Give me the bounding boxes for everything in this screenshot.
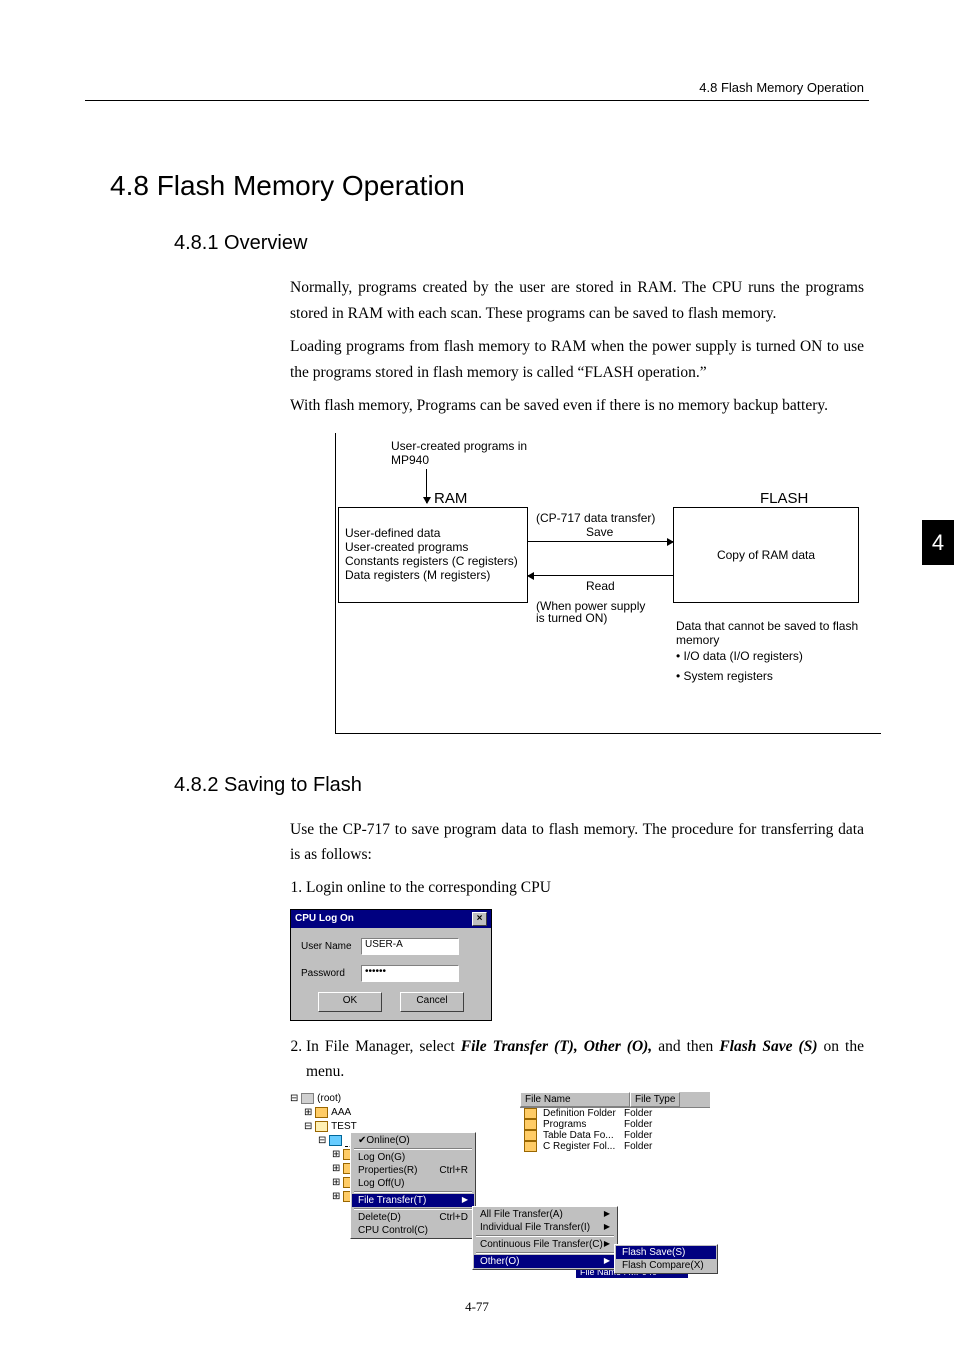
notsaved-b1: • I/O data (I/O registers)	[676, 649, 876, 663]
flash-title: FLASH	[760, 490, 808, 507]
ram-line: Constants registers (C registers)	[345, 554, 521, 568]
step-1: Login online to the corresponding CPU	[306, 876, 864, 901]
context-menu: ✔Online(O) Log On(G) Properties(R)Ctrl+R…	[350, 1132, 476, 1239]
running-header: 4.8 Flash Memory Operation	[699, 80, 864, 95]
ram-title: RAM	[434, 490, 467, 507]
list-item[interactable]: C Register Fol...Folder	[520, 1141, 710, 1152]
cpu-icon	[329, 1135, 342, 1146]
overview-p3: With flash memory, Programs can be saved…	[290, 393, 864, 419]
ctx-logon[interactable]: Log On(G)	[352, 1151, 474, 1164]
close-icon[interactable]: ×	[472, 912, 487, 926]
subsection-481: 4.8.1 Overview	[174, 232, 864, 255]
folder-icon	[315, 1107, 328, 1118]
ram-line: User-defined data	[345, 526, 521, 540]
file-manager-figure: ⊟ (root) ⊞ AAA ⊟ TEST ⊟ ⊞ ⊞ ⊞ ⊞ ✔Online(…	[290, 1092, 864, 1204]
tree-test[interactable]: TEST	[331, 1121, 357, 1132]
sub-continuous[interactable]: Continuous File Transfer(C)▶	[474, 1238, 616, 1251]
ctx-logoff[interactable]: Log Off(U)	[352, 1177, 474, 1190]
col-filetype[interactable]: File Type	[630, 1092, 680, 1107]
step2-b2: Flash Save (S)	[719, 1038, 817, 1055]
overview-p2: Loading programs from flash memory to RA…	[290, 334, 864, 385]
cpu-logon-dialog: CPU Log On × User Name USER-A Password •…	[290, 909, 492, 1021]
subsection-482: 4.8.2 Saving to Flash	[174, 774, 864, 797]
drive-icon	[301, 1093, 314, 1104]
list-item[interactable]: Table Data Fo...Folder	[520, 1130, 710, 1141]
ram-line: Data registers (M registers)	[345, 568, 521, 582]
ctx-cpu-control[interactable]: CPU Control(C)	[352, 1224, 474, 1237]
ram-line: User-created programs	[345, 540, 521, 554]
header-rule	[85, 100, 869, 101]
overview-p1: Normally, programs created by the user a…	[290, 275, 864, 326]
password-input[interactable]: ••••••	[361, 965, 459, 982]
ok-button[interactable]: OK	[318, 992, 382, 1012]
flash-compare[interactable]: Flash Compare(X)	[616, 1259, 716, 1272]
list-item[interactable]: Definition FolderFolder	[520, 1108, 710, 1119]
section-heading: 4.8 Flash Memory Operation	[110, 170, 864, 202]
folder-open-icon	[315, 1121, 328, 1132]
save-label: Save	[586, 525, 613, 539]
saving-intro: Use the CP-717 to save program data to f…	[290, 817, 864, 868]
diagram-top-label: User-created programs in MP940	[391, 439, 551, 467]
tree-aaa[interactable]: AAA	[331, 1107, 351, 1118]
step2-mid: and then	[652, 1038, 719, 1055]
sub-all[interactable]: All File Transfer(A)▶	[474, 1208, 616, 1221]
step2-b1: File Transfer (T), Other (O),	[461, 1038, 652, 1055]
folder-icon	[524, 1119, 537, 1130]
flash-box-text: Copy of RAM data	[717, 548, 815, 562]
col-filename[interactable]: File Name	[520, 1092, 630, 1107]
username-input[interactable]: USER-A	[361, 938, 459, 955]
notsaved-b2: • System registers	[676, 669, 876, 683]
ctx-properties[interactable]: Properties(R)Ctrl+R	[352, 1164, 474, 1177]
ctx-delete[interactable]: Delete(D)Ctrl+D	[352, 1211, 474, 1224]
flash-save[interactable]: Flash Save(S)	[616, 1246, 716, 1259]
folder-icon	[524, 1141, 537, 1152]
ram-flash-diagram: User-created programs in MP940 RAM FLASH…	[335, 433, 881, 734]
ctx-online[interactable]: ✔Online(O)	[352, 1134, 474, 1147]
sub-other[interactable]: Other(O)▶	[474, 1255, 616, 1268]
flash-box: Copy of RAM data	[673, 507, 859, 603]
step2-pre: In File Manager, select	[306, 1038, 461, 1055]
folder-icon	[524, 1130, 537, 1141]
dialog-title: CPU Log On	[295, 913, 354, 924]
username-label: User Name	[301, 941, 361, 952]
power-label-2: is turned ON)	[536, 611, 607, 625]
submenu-other: Flash Save(S) Flash Compare(X)	[614, 1244, 718, 1274]
arrow-left-icon	[528, 575, 673, 576]
cp717-label: (CP-717 data transfer)	[536, 511, 655, 525]
sub-individual[interactable]: Individual File Transfer(I)▶	[474, 1221, 616, 1234]
ctx-file-transfer[interactable]: File Transfer(T)▶	[352, 1194, 474, 1207]
thumb-tab: 4	[922, 520, 954, 565]
notsaved-head: Data that cannot be saved to flash memor…	[676, 619, 876, 647]
step-2: In File Manager, select File Transfer (T…	[306, 1035, 864, 1085]
folder-icon	[524, 1108, 537, 1119]
file-list: File Name File Type Definition FolderFol…	[520, 1092, 710, 1204]
arrow-right-icon	[528, 541, 673, 542]
tree-root[interactable]: (root)	[317, 1093, 341, 1104]
cancel-button[interactable]: Cancel	[400, 992, 464, 1012]
arrow-down-icon	[426, 469, 427, 503]
ram-box: User-defined data User-created programs …	[338, 507, 528, 603]
password-label: Password	[301, 968, 361, 979]
submenu-transfer: All File Transfer(A)▶ Individual File Tr…	[472, 1206, 618, 1270]
page-number: 4-77	[0, 1299, 954, 1315]
read-label: Read	[586, 579, 615, 593]
list-item[interactable]: ProgramsFolder	[520, 1119, 710, 1130]
